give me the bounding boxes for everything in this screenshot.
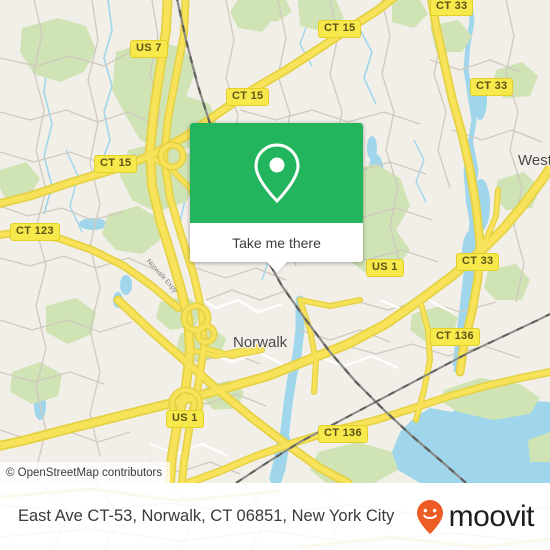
road-shield-ct-33-b[interactable]: CT 33 xyxy=(470,78,514,96)
map-canvas[interactable]: Norwalk West Norwalk Expy US 7 CT 15 CT … xyxy=(0,0,550,483)
card-tail xyxy=(265,261,288,273)
moovit-smiling-pin-logo xyxy=(416,499,443,534)
moovit-logo[interactable]: moovit xyxy=(415,499,535,535)
footer-bar: East Ave CT-53, Norwalk, CT 06851, New Y… xyxy=(0,483,550,550)
road-shield-ct-15-c[interactable]: CT 15 xyxy=(94,155,138,173)
road-shield-ct-33-c[interactable]: CT 33 xyxy=(456,253,500,271)
moovit-wordmark: moovit xyxy=(448,499,535,533)
osm-attribution-text: © OpenStreetMap contributors xyxy=(6,466,163,479)
place-label-westport: West xyxy=(518,152,550,169)
map-pin-icon xyxy=(253,143,300,204)
road-shield-us-7[interactable]: US 7 xyxy=(130,40,168,58)
road-shield-ct-15-b[interactable]: CT 15 xyxy=(318,20,362,38)
road-shield-ct-136-a[interactable]: CT 136 xyxy=(430,328,480,346)
road-shield-ct-33-a[interactable]: CT 33 xyxy=(430,0,474,16)
card-pin-area xyxy=(190,123,363,223)
road-shield-us-1-a[interactable]: US 1 xyxy=(366,259,404,277)
road-shield-ct-123[interactable]: CT 123 xyxy=(10,223,60,241)
road-shield-us-1-b[interactable]: US 1 xyxy=(166,410,204,428)
card-action-area[interactable]: Take me there xyxy=(190,223,363,273)
road-shield-ct-15-a[interactable]: CT 15 xyxy=(226,88,270,106)
take-me-there-label: Take me there xyxy=(232,234,321,251)
osm-attribution[interactable]: © OpenStreetMap contributors xyxy=(0,462,171,483)
address-label: East Ave CT-53, Norwalk, CT 06851, New Y… xyxy=(18,507,395,525)
place-label-norwalk: Norwalk xyxy=(233,334,288,351)
take-me-there-card[interactable]: Take me there xyxy=(190,123,363,273)
road-shield-ct-136-b[interactable]: CT 136 xyxy=(318,425,368,443)
map-screenshot: Norwalk West Norwalk Expy US 7 CT 15 CT … xyxy=(0,0,550,550)
